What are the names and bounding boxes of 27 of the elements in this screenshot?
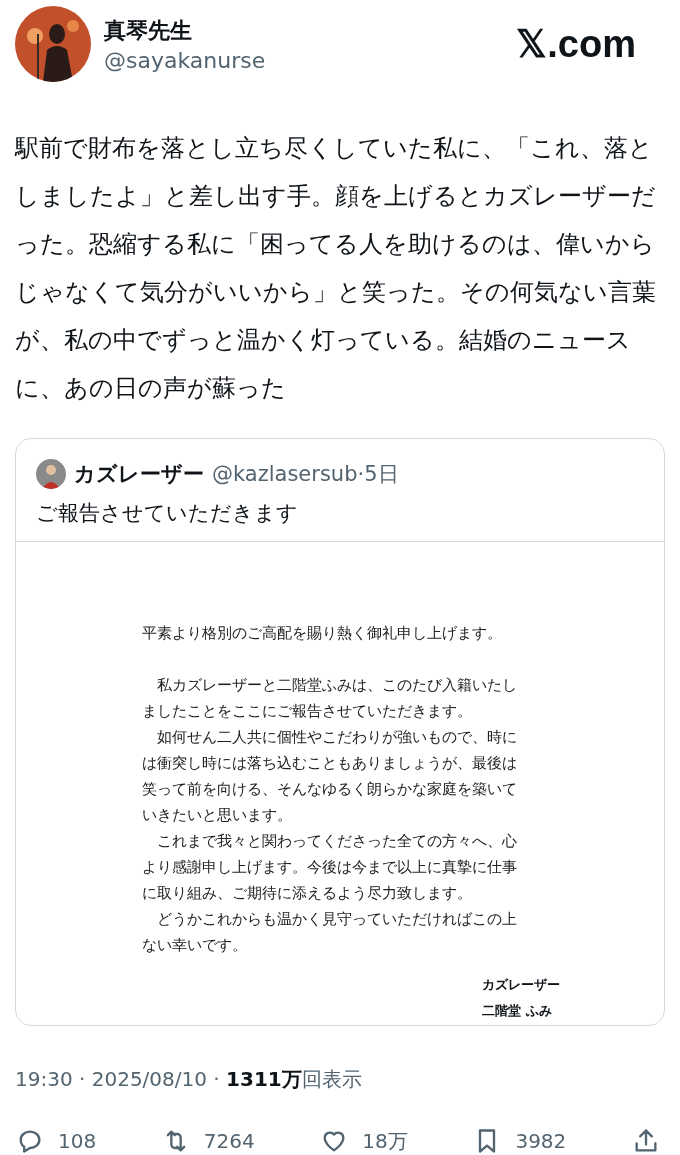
letter-line: に取り組み、ご期待に添えるよう尽力致します。 — [142, 884, 473, 903]
site-logo: 𝕏.com — [516, 22, 636, 66]
letter-line: より感謝申し上げます。今後は今まで以上に真摯に仕事 — [142, 858, 518, 877]
author-handle: @sayakanurse — [104, 47, 267, 73]
letter-line: ましたことをここにご報告させていただきます。 — [142, 702, 473, 721]
letter-signature: 二階堂 ふみ — [482, 1002, 552, 1020]
letter-line: いきたいと思います。 — [142, 806, 293, 825]
letter-line: 平素より格別のご高配を賜り熱く御礼申し上げます。 — [142, 624, 503, 643]
author-name: 真琴先生 — [104, 16, 193, 45]
quoted-post[interactable] — [15, 438, 665, 1026]
action-count: 18万 — [362, 1127, 408, 1155]
post-meta: 19:30 · 2025/08/10 · 1311万回表示 — [15, 1066, 363, 1093]
letter-line: 如何せん二人共に個性やこだわりが強いもので、時に — [156, 728, 518, 747]
tweet-text: 駅前で財布を落とし立ち尽くしていた私に、「これ、落としましたよ」と差し出す手。顔を上げるとカズレーザーだった。恐縮する私に「困ってる人を助けるのは、偉いからじゃなくて気分がいいから」と笑った。その何気ない言葉が、私の中でずっと温かく灯っている。結婚のニュースに、あの日の声が蘇った — [15, 133, 657, 404]
action-count: 108 — [58, 1129, 97, 1153]
quoted-author-name: カズレーザー — [74, 461, 204, 488]
quoted-author-handle: @kazlasersub·5日 — [212, 461, 399, 488]
action-count: 3982 — [515, 1129, 567, 1153]
letter-line: 私カズレーザーと二階堂ふみは、このたび入籍いたし — [156, 676, 518, 695]
letter-line: これまで我々と関わってくださった全ての方々へ、心 — [156, 832, 518, 851]
letter-line: は衝突し時には落ち込むこともありましょうが、最後は — [142, 754, 518, 773]
letter-signature: カズレーザー — [482, 976, 560, 994]
quoted-text: ご報告させていただきます — [35, 500, 299, 527]
letter-line: どうかこれからも温かく見守っていただければこの上 — [156, 910, 518, 929]
letter-line: 笑って前を向ける、そんなゆるく朗らかな家庭を築いて — [142, 780, 518, 799]
letter-line: ない幸いです。 — [142, 936, 248, 955]
action-count: 7264 — [203, 1129, 255, 1153]
